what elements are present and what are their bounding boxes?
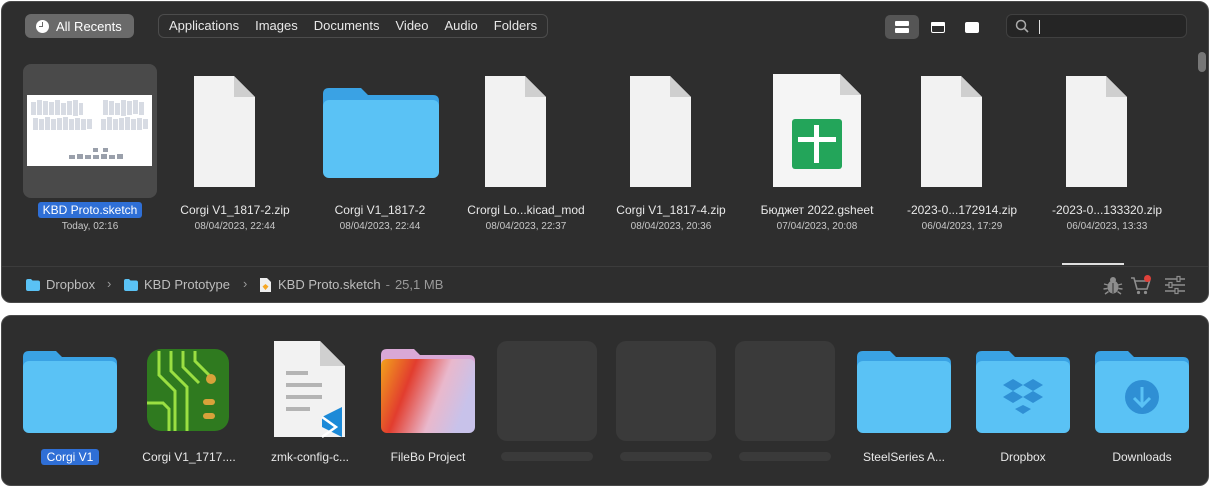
- shelf-item-label: Corgi V1: [5, 449, 135, 465]
- shelf-item-label: zmk-config-c...: [270, 450, 349, 464]
- folder-icon: [323, 88, 439, 178]
- shelf-label-placeholder: [620, 452, 712, 461]
- recent-item-name: Corgi V1_1817-2.zip: [180, 203, 290, 217]
- shelf-slot-empty[interactable]: [735, 341, 835, 441]
- sketch-file-icon: [260, 277, 271, 292]
- recent-item-name: Бюджет 2022.gsheet: [760, 203, 874, 217]
- path-segment-kbd-prototype[interactable]: KBD Prototype: [124, 277, 230, 292]
- path-segment-label: KBD Prototype: [144, 277, 230, 292]
- recent-item-name: -2023-0...172914.zip: [906, 203, 1018, 217]
- downloads-folder-icon: [1095, 351, 1189, 433]
- recent-item-budget-gsheet[interactable]: [750, 64, 884, 198]
- file-size: 25,1 MB: [394, 277, 444, 292]
- gallery-view-button[interactable]: [955, 15, 989, 39]
- recent-item-date: 07/04/2023, 20:08: [776, 221, 858, 232]
- folder-icon: [857, 351, 951, 433]
- filter-segmented-control: Applications Images Documents Video Audi…: [158, 14, 549, 38]
- filter-video[interactable]: Video: [388, 15, 437, 37]
- chevron-right-icon: ›: [243, 276, 248, 291]
- filter-applications[interactable]: Applications: [159, 15, 247, 37]
- document-icon: [921, 76, 982, 187]
- document-icon: [1066, 76, 1127, 187]
- document-icon: [485, 76, 546, 187]
- recent-item-name: Corgi V1_1817-4.zip: [616, 203, 726, 217]
- recent-item-kbd-proto-sketch[interactable]: [23, 64, 157, 198]
- recent-item-name: -2023-0...133320.zip: [1051, 203, 1163, 217]
- search-input[interactable]: [1006, 14, 1187, 38]
- recent-item-date: 08/04/2023, 20:36: [630, 221, 712, 232]
- project-folder-icon: [381, 349, 475, 433]
- recent-item-zip-172914[interactable]: [895, 64, 1029, 198]
- path-segment-kbd-proto-sketch[interactable]: KBD Proto.sketch - 25,1 MB: [260, 277, 443, 292]
- shelf-item-corgi-pcb[interactable]: [139, 341, 239, 441]
- bug-icon[interactable]: [1102, 275, 1124, 295]
- spreadsheet-icon: [773, 74, 861, 187]
- shelf-slot-empty[interactable]: [497, 341, 597, 441]
- text-cursor: [1039, 20, 1040, 34]
- recents-panel: All Recents Applications Images Document…: [1, 1, 1209, 303]
- filter-images[interactable]: Images: [247, 15, 306, 37]
- recent-item-date: 06/04/2023, 13:33: [1066, 221, 1148, 232]
- large-icons-view-button[interactable]: [885, 15, 919, 39]
- sliders-icon[interactable]: [1164, 275, 1186, 295]
- filter-audio[interactable]: Audio: [437, 15, 486, 37]
- recent-item-date: 08/04/2023, 22:37: [485, 221, 567, 232]
- recent-item-corgi-folder[interactable]: [313, 64, 447, 198]
- shelf-label-placeholder: [739, 452, 831, 461]
- all-recents-label: All Recents: [56, 18, 122, 34]
- path-bar: Dropbox › KBD Prototype › KBD Proto.sket…: [2, 266, 1208, 302]
- scroll-indicator: [1062, 263, 1124, 265]
- recent-item-name: Corgi V1_1817-2: [334, 203, 426, 217]
- recent-item-date: Today, 02:16: [61, 221, 119, 232]
- dropbox-folder-icon: [976, 351, 1070, 433]
- folder-icon: [23, 351, 117, 433]
- recent-item-zip-133320[interactable]: [1040, 64, 1174, 198]
- path-segment-dropbox[interactable]: Dropbox: [26, 277, 95, 292]
- document-icon: [630, 76, 691, 187]
- vertical-scrollbar[interactable]: [1198, 52, 1206, 72]
- recent-item-corgi-zip-2[interactable]: [168, 64, 302, 198]
- shelf-item-corgi-v1[interactable]: [20, 341, 120, 441]
- chevron-right-icon: ›: [107, 276, 112, 291]
- document-icon: [194, 76, 255, 187]
- path-segment-label: KBD Proto.sketch: [278, 277, 381, 292]
- recent-item-date: 08/04/2023, 22:44: [194, 221, 276, 232]
- pcb-icon: [147, 349, 229, 431]
- large-icons-view-icon: [895, 21, 909, 33]
- recent-item-date: 06/04/2023, 17:29: [921, 221, 1003, 232]
- shelf-item-steelseries[interactable]: [854, 341, 954, 441]
- list-view-icon: [931, 21, 945, 33]
- shelf-item-dropbox[interactable]: [973, 341, 1073, 441]
- path-segment-label: Dropbox: [46, 277, 96, 292]
- all-recents-button[interactable]: All Recents: [25, 14, 134, 38]
- recent-item-kicad-mod[interactable]: [459, 64, 593, 198]
- shelf-slot-empty[interactable]: [616, 341, 716, 441]
- shelf-item-label: Corgi V1_1717....: [142, 450, 236, 464]
- clock-icon: [36, 19, 49, 33]
- shelf-item-downloads[interactable]: [1092, 341, 1192, 441]
- recent-item-name: KBD Proto.sketch: [15, 202, 165, 218]
- folder-icon: [124, 278, 138, 291]
- filter-folders[interactable]: Folders: [486, 15, 547, 37]
- filter-documents[interactable]: Documents: [306, 15, 388, 37]
- shelf-item-filebo-project[interactable]: [378, 341, 478, 441]
- folder-icon: [26, 278, 40, 291]
- sketch-preview-thumbnail: [27, 95, 152, 166]
- gallery-view-icon: [965, 21, 979, 33]
- recent-item-date: 08/04/2023, 22:44: [339, 221, 421, 232]
- recent-item-name: Crorgi Lo...kicad_mod: [467, 203, 585, 217]
- shelf-label-placeholder: [501, 452, 593, 461]
- shelf-item-label: FileBo Project: [390, 450, 466, 464]
- shelf-item-label: SteelSeries A...: [862, 450, 946, 464]
- separator-dash: -: [385, 277, 390, 292]
- vscode-document-icon: [274, 341, 345, 439]
- recent-item-corgi-zip-4[interactable]: [604, 64, 738, 198]
- search-icon: [1015, 19, 1029, 33]
- shelf-item-label: Dropbox: [1000, 450, 1046, 464]
- shelf-item-zmk-config[interactable]: [260, 341, 360, 441]
- cart-icon[interactable]: [1130, 275, 1152, 295]
- shelf-item-label: Downloads: [1112, 450, 1172, 464]
- shelf-panel: Corgi V1 Corgi V1_1717.... zmk-config-c.…: [1, 315, 1209, 486]
- list-view-button[interactable]: [921, 15, 955, 39]
